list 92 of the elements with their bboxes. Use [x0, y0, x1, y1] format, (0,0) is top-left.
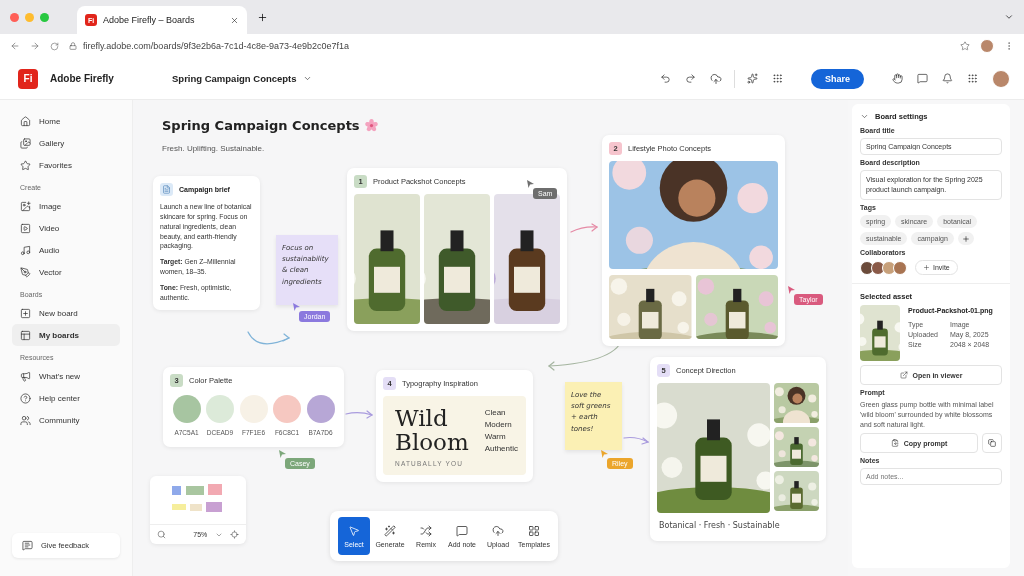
- cursor-icon: [293, 303, 300, 311]
- megaphone-icon: [20, 370, 31, 382]
- cursor-icon: [279, 450, 286, 458]
- bell-icon[interactable]: [942, 73, 953, 84]
- close-icon[interactable]: [230, 15, 239, 25]
- sidebar-item[interactable]: Gallery: [12, 132, 120, 154]
- templates-icon: [528, 524, 540, 537]
- sidebar-item[interactable]: New board: [12, 302, 120, 324]
- style-word: Modern: [484, 419, 513, 429]
- avatar[interactable]: [980, 39, 994, 53]
- star-icon[interactable]: [960, 41, 970, 51]
- video-icon: [20, 222, 31, 234]
- copy-button[interactable]: [982, 433, 1002, 454]
- app-name: Adobe Firefly: [50, 73, 115, 84]
- arrow: [345, 410, 374, 419]
- lock-icon: [69, 42, 77, 50]
- comment-icon[interactable]: [917, 73, 928, 84]
- sparkles-icon[interactable]: [747, 73, 758, 84]
- help-icon: [20, 392, 31, 404]
- sidebar-item[interactable]: Favorites: [12, 154, 120, 176]
- cursor-icon: [527, 180, 534, 188]
- copy-icon: [988, 439, 996, 448]
- sidebar-item[interactable]: My boards: [12, 324, 120, 346]
- plus-icon: [961, 234, 970, 243]
- sidebar-item[interactable]: Home: [12, 110, 120, 132]
- avatar[interactable]: [992, 69, 1010, 88]
- undo-icon[interactable]: [660, 73, 671, 84]
- share-button[interactable]: Share: [811, 68, 864, 89]
- star-icon: [20, 159, 31, 171]
- flower-icon: [364, 119, 378, 132]
- sidebar-item[interactable]: What's new: [12, 365, 120, 387]
- image-plus-icon: [20, 200, 31, 212]
- caption: Botanical · Fresh · Sustainable: [658, 520, 781, 532]
- board-name-dropdown[interactable]: Spring Campaign Concepts: [172, 73, 312, 84]
- app-logo[interactable]: Fi: [18, 68, 38, 89]
- tab-title: Adobe Firefly – Boards: [103, 15, 196, 25]
- music-note-icon: [20, 244, 31, 256]
- close-window-button[interactable]: [10, 12, 19, 22]
- chevron-down-icon[interactable]: [860, 112, 869, 121]
- sidebar-item[interactable]: Audio: [12, 239, 120, 261]
- sidebar-item[interactable]: Help center: [12, 387, 120, 409]
- sidebar-item[interactable]: Community: [12, 409, 120, 431]
- wordmark: Wild Bloom: [395, 406, 470, 455]
- back-icon[interactable]: [10, 41, 20, 51]
- document-icon: [162, 185, 171, 194]
- sidebar-item[interactable]: Video: [12, 217, 120, 239]
- cursor-icon: [601, 450, 608, 458]
- maximize-window-button[interactable]: [40, 12, 49, 22]
- avatar: [882, 260, 896, 275]
- sidebar-item[interactable]: Vector: [12, 261, 120, 283]
- arrow: [623, 436, 650, 445]
- plus-icon[interactable]: [257, 11, 268, 23]
- plus-square-icon: [20, 307, 31, 319]
- home-icon: [20, 115, 31, 127]
- open-icon: [899, 371, 908, 379]
- note-icon: [456, 524, 468, 537]
- style-word: Authentic: [484, 443, 518, 453]
- url-text[interactable]: firefly.adobe.com/boards/9f3e2b6a-7c1d-4c8e-9a73-4e9b2c0e7f1a: [83, 41, 350, 51]
- hand-icon[interactable]: [892, 73, 903, 84]
- cursor-icon: [788, 286, 795, 294]
- forward-icon[interactable]: [30, 41, 40, 51]
- style-word: Clean: [484, 407, 507, 417]
- sidebar-item[interactable]: Image: [12, 195, 120, 217]
- avatar: [893, 260, 907, 275]
- shuffle-icon: [420, 524, 432, 537]
- apps-grid-icon[interactable]: [772, 73, 783, 84]
- wand-icon: [384, 524, 396, 537]
- chevron-down-icon[interactable]: [1004, 12, 1014, 22]
- people-icon: [20, 414, 31, 426]
- board-title: Spring Campaign Concepts: [162, 118, 360, 133]
- plus-icon: [923, 264, 930, 271]
- style-word: Warm: [484, 431, 507, 441]
- add-tag-button[interactable]: [957, 232, 974, 245]
- board-subtitle: Fresh. Uplifting. Sustainable.: [162, 144, 265, 153]
- upload-icon: [492, 524, 504, 537]
- search-icon[interactable]: [157, 530, 166, 539]
- arrow: [570, 223, 599, 233]
- pen-icon: [20, 266, 31, 278]
- locate-icon[interactable]: [230, 530, 239, 539]
- apps-grid-icon[interactable]: [967, 73, 978, 84]
- avatar: [871, 260, 885, 275]
- reload-icon[interactable]: [50, 41, 59, 51]
- feedback-icon: [22, 540, 33, 551]
- chevron-down-icon: [302, 74, 312, 83]
- pointer-icon: [348, 524, 360, 537]
- images-icon: [20, 137, 31, 149]
- board-icon: [20, 329, 31, 341]
- arrow: [247, 331, 291, 345]
- redo-icon[interactable]: [685, 73, 696, 84]
- avatar: [860, 260, 874, 275]
- cloud-icon[interactable]: [710, 72, 722, 85]
- clipboard-icon: [890, 439, 899, 448]
